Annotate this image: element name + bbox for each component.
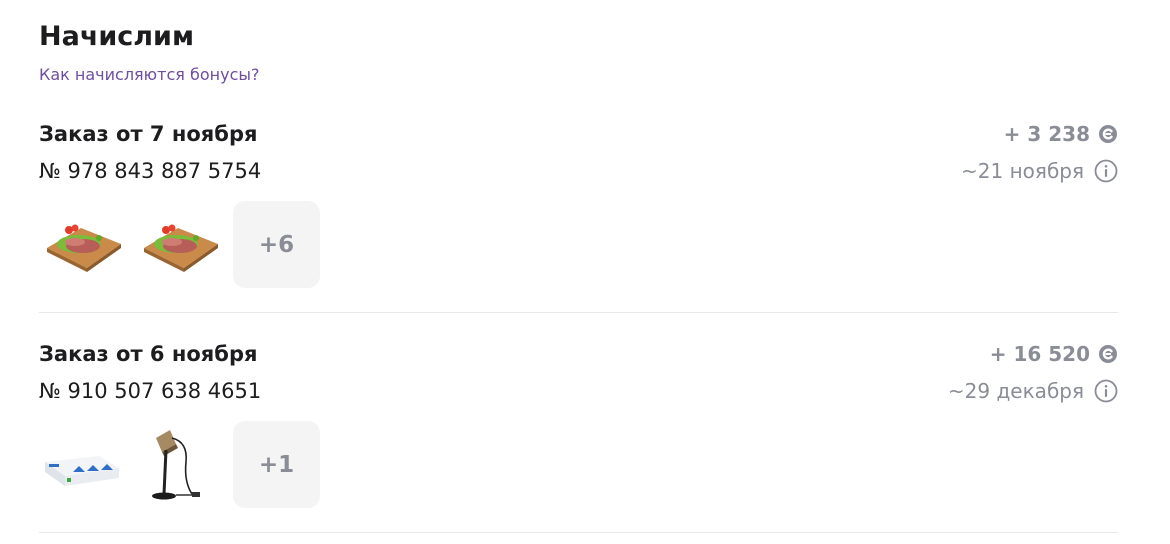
- bonus-coin-icon: [1098, 124, 1118, 144]
- order-title: Заказ от 7 ноября: [39, 122, 258, 146]
- accrual-date: ~21 ноября: [961, 158, 1118, 184]
- info-circle-icon[interactable]: [1094, 379, 1118, 403]
- order-number: № 910 507 638 4651: [39, 379, 262, 403]
- info-circle-icon[interactable]: [1094, 159, 1118, 183]
- product-thumbnail[interactable]: [39, 202, 125, 288]
- product-thumbnail[interactable]: [136, 202, 222, 288]
- bonus-amount-value: + 3 238: [1003, 122, 1090, 146]
- accrual-date: ~29 декабря: [948, 378, 1118, 404]
- accrual-date-value: ~29 декабря: [947, 379, 1084, 403]
- meat-on-board-image: [47, 224, 121, 272]
- order-card[interactable]: Заказ от 6 ноября № 910 507 638 4651 + 1…: [39, 332, 1118, 533]
- product-thumbnail[interactable]: [136, 422, 222, 508]
- order-products: +1: [39, 421, 320, 508]
- bonus-accruals-page: Начислим Как начисляются бонусы? Заказ о…: [0, 0, 1170, 544]
- bonus-coin-icon: [1098, 344, 1118, 364]
- product-thumbnail[interactable]: [39, 422, 125, 508]
- order-products: +6: [39, 201, 320, 288]
- desk-lamp-image: [152, 429, 200, 499]
- more-products-button[interactable]: +1: [233, 421, 320, 508]
- led-bulbs-pack-image: [45, 455, 119, 486]
- bonus-amount: + 16 520: [990, 341, 1118, 367]
- order-number: № 978 843 887 5754: [39, 159, 262, 183]
- bonus-amount: + 3 238: [1004, 121, 1118, 147]
- more-products-button[interactable]: +6: [233, 201, 320, 288]
- order-title: Заказ от 6 ноября: [39, 342, 258, 366]
- bonus-amount-value: + 16 520: [989, 342, 1090, 366]
- meat-on-board-image: [144, 224, 218, 272]
- accrual-date-value: ~21 ноября: [961, 159, 1084, 183]
- how-bonuses-accrue-link[interactable]: Как начисляются бонусы?: [39, 64, 259, 86]
- order-card[interactable]: Заказ от 7 ноября № 978 843 887 5754 + 3…: [39, 112, 1118, 313]
- page-title: Начислим: [39, 21, 195, 52]
